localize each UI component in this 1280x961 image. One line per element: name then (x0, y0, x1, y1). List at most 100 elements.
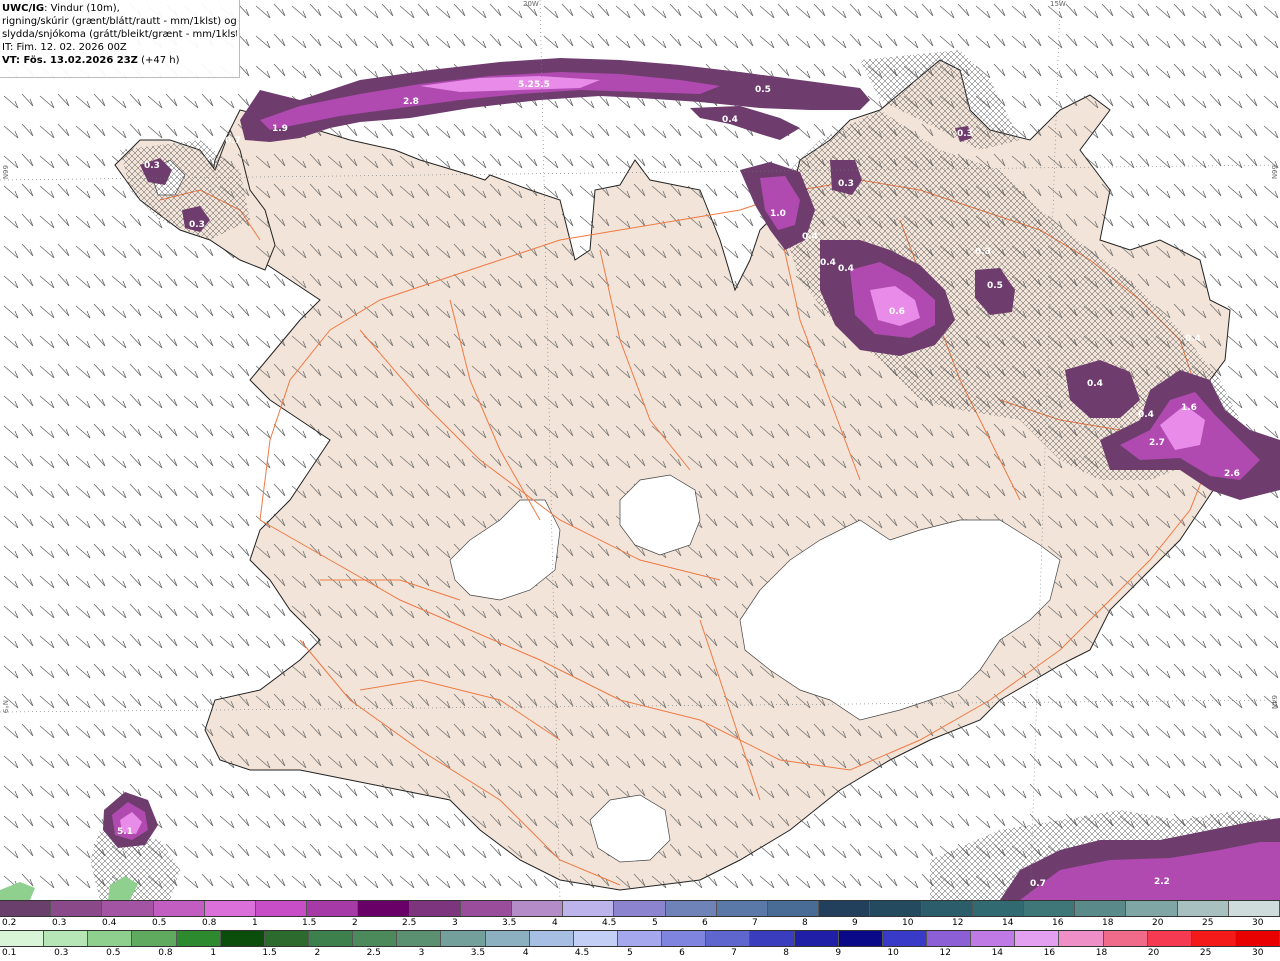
legend-swatch (921, 901, 973, 916)
legend-swatch (308, 931, 354, 946)
legend-swatch (132, 931, 177, 946)
title-line-1: UWC/IG: Vindur (10m), (2, 2, 237, 15)
legend-tick: 14 (991, 948, 1004, 958)
map-title-box: UWC/IG: Vindur (10m), rigning/skúrir (gr… (0, 0, 240, 78)
precip-label: 0.4 (802, 232, 818, 242)
legend-tick: 0.2 (2, 918, 17, 928)
legend-tick: 6 (679, 948, 685, 958)
legend-tick: 4.5 (602, 918, 617, 928)
precip-label: 0.6 (889, 307, 905, 317)
legend-tick: 8 (783, 948, 789, 958)
legend-tick: 2 (314, 948, 321, 958)
precip-label: 2.8 (403, 97, 419, 107)
legend-swatch (512, 901, 564, 916)
precip-label: 5.1 (117, 827, 133, 837)
precip-label: 2.2 (1154, 877, 1170, 887)
legend-swatch (1059, 931, 1104, 946)
legend-tick: 18 (1102, 918, 1114, 928)
legend-tick: 25 (1199, 948, 1212, 958)
legend-swatch (870, 901, 922, 916)
legend-tick: 12 (952, 918, 964, 928)
legend-tick: 5 (627, 948, 633, 958)
legend-tick: 10 (887, 948, 899, 958)
legend-tick: 9 (852, 918, 858, 928)
legend-tick: 6 (702, 918, 708, 928)
legend-swatch (1228, 901, 1280, 916)
precip-label: 0.4 (722, 115, 738, 125)
legend-swatch (838, 931, 883, 946)
precip-label: 0.4 (838, 264, 854, 274)
legend-swatch (44, 931, 89, 946)
legend-swatch (971, 931, 1016, 946)
legend-swatch (926, 931, 972, 946)
precip-label: 0.3 (144, 161, 160, 171)
legend-swatch (529, 931, 574, 946)
legend-tick: 4 (552, 918, 558, 928)
legend-swatch (0, 901, 52, 916)
legend-tick: 1.5 (262, 948, 277, 958)
title-text: : Vindur (10m), (44, 3, 120, 14)
legend-swatch (706, 931, 751, 946)
model-name: UWC/IG (2, 3, 45, 14)
coord-label: N°9 (1, 700, 9, 714)
legend-swatch (358, 901, 410, 916)
forecast-hour: (+47 h) (137, 55, 180, 66)
legend-tick: 3 (452, 918, 458, 928)
legend-swatch (204, 901, 257, 916)
precip-label: 1.9 (272, 124, 288, 134)
precip-label: 1.6 (1181, 403, 1197, 413)
precip-label: 5.25.5 (518, 80, 550, 90)
legend-tick: 2 (352, 918, 358, 928)
legend-swatch (256, 901, 308, 916)
legend-swatch (0, 931, 45, 946)
legend-tick: 0.5 (106, 948, 121, 958)
precip-label: 0.3 (957, 129, 973, 139)
legend-swatch (220, 931, 265, 946)
map-canvas: 5.25.5 2.8 1.9 0.7 0.5 0.4 0.3 0.3 0.3 0… (0, 0, 1280, 900)
legend-swatch (1015, 931, 1060, 946)
legend-tick: 25 (1202, 918, 1214, 928)
legend-tick: 2.5 (402, 918, 417, 928)
precip-label: 2.6 (1224, 469, 1240, 479)
legend-tick: 3.5 (470, 948, 486, 958)
legend-swatch (51, 901, 103, 916)
legend-tick: 20 (1147, 948, 1160, 958)
coord-label: 20W (523, 0, 539, 8)
legend-snow: 0.2 0.3 0.4 0.5 0.8 1 1.5 2 2.5 3 3.5 4 4.5 5 6 7 8 9 10 12… (0, 900, 1280, 930)
legend-tick: 14 (1002, 918, 1014, 928)
title-line-2: rigning/skúrir (grænt/blátt/rautt - mm/1… (2, 16, 237, 27)
legend-swatch (460, 901, 513, 916)
coord-label: 15W (1050, 0, 1066, 8)
legend-swatch (1075, 901, 1127, 916)
precip-label: 0.7 (1030, 879, 1046, 889)
legend-swatch (153, 901, 205, 916)
legend-tick: 8 (802, 918, 808, 928)
legend-tick: 16 (1043, 948, 1056, 958)
legend-swatch (972, 901, 1025, 916)
legend-tick: 7 (731, 948, 737, 958)
legend-snow-ticks: 0.2 0.3 0.4 0.5 0.8 1 1.5 2 2.5 3 3.5 4 4.5 5 6 7 8 9 10 12… (0, 917, 1280, 931)
legend-tick: 20 (1152, 918, 1164, 928)
legend-swatch (441, 931, 486, 946)
legend-tick: 1.5 (302, 918, 317, 928)
legend-swatch (662, 931, 707, 946)
legend-swatch (397, 931, 442, 946)
legend-tick: 4 (522, 948, 529, 958)
title-line-3: slydda/snjókoma (grátt/bleikt/grænt - mm… (2, 29, 237, 40)
init-time: IT: Fim. 12. 02. 2026 00Z (2, 42, 127, 53)
legend-swatch (88, 931, 133, 946)
legend-tick: 0.3 (54, 948, 69, 958)
weather-map[interactable]: 5.25.5 2.8 1.9 0.7 0.5 0.4 0.3 0.3 0.3 0… (0, 0, 1280, 900)
legend-swatch (768, 901, 820, 916)
legend-swatch (1126, 901, 1178, 916)
precip-label: 0.3 (838, 179, 854, 189)
legend-swatch (1103, 931, 1148, 946)
precip-label: 0.3 (189, 220, 205, 230)
legend-swatch (264, 931, 309, 946)
legend-swatch (617, 931, 663, 946)
legend-tick: 0.8 (202, 918, 217, 928)
precip-label: 0.4 (1185, 334, 1201, 344)
legend-rain: 0.1 0.3 0.5 0.8 1 1.5 2 2.5 3 3.5 4 4.5 5 6 7 8 9 10 12 14 1… (0, 930, 1280, 960)
coord-label: 66N (1270, 165, 1278, 180)
valid-time: VT: Fös. 13.02.2026 23Z (2, 55, 138, 66)
